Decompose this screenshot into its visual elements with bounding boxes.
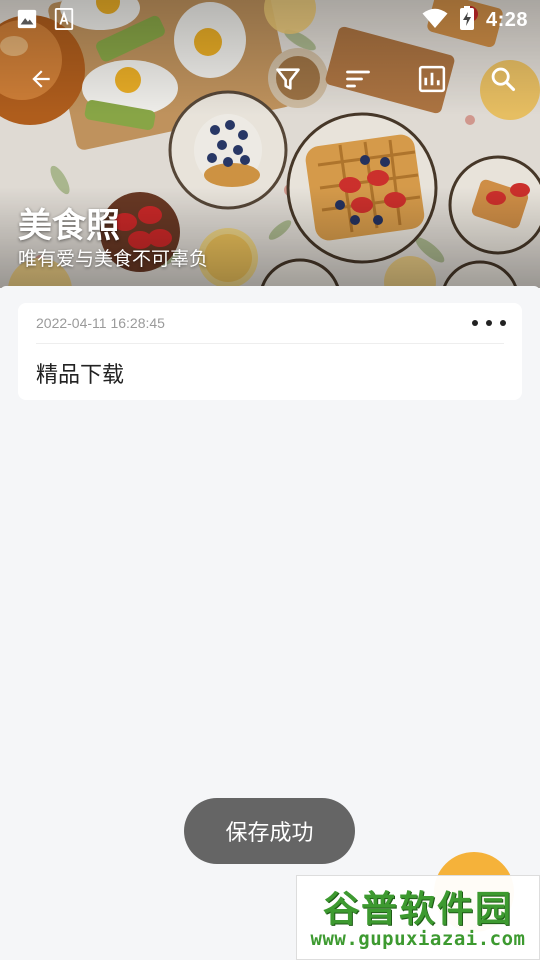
card-divider xyxy=(36,343,504,344)
record-text: 精品下载 xyxy=(36,363,125,388)
watermark-title: 谷普软件园 xyxy=(322,889,513,930)
page-title: 美食照 xyxy=(18,206,120,246)
record-card[interactable]: 2022-04-11 16:28:45 精品下载 xyxy=(18,303,522,400)
bar-chart-icon xyxy=(418,65,446,93)
toast-message: 保存成功 xyxy=(184,798,355,864)
a-box-icon xyxy=(54,8,74,34)
sort-button[interactable] xyxy=(333,54,383,104)
back-button[interactable] xyxy=(16,54,66,104)
image-icon xyxy=(16,8,38,34)
status-bar: 4:28 xyxy=(0,0,540,38)
search-button[interactable] xyxy=(478,54,528,104)
header-hero: 4:28 美食照 唯有爱与美食不可辜负 xyxy=(0,0,540,288)
more-dot xyxy=(500,320,506,326)
more-horizontal-icon xyxy=(472,320,478,326)
page-subtitle: 唯有爱与美食不可辜负 xyxy=(18,248,209,270)
watermark-url: www.gupuxiazai.com xyxy=(310,928,526,950)
watermark: 谷普软件园 www.gupuxiazai.com xyxy=(296,875,540,960)
statistics-button[interactable] xyxy=(407,54,457,104)
record-date: 2022-04-11 16:28:45 xyxy=(36,315,165,331)
search-icon xyxy=(491,67,516,92)
battery-charging-icon xyxy=(459,6,474,34)
filter-button[interactable] xyxy=(263,54,313,104)
filter-icon xyxy=(276,68,300,90)
wifi-icon xyxy=(422,7,448,33)
sort-icon xyxy=(346,70,370,88)
arrow-left-icon xyxy=(32,70,50,88)
more-options-button[interactable] xyxy=(472,313,506,333)
status-time: 4:28 xyxy=(485,8,528,31)
toolbar xyxy=(0,54,540,104)
more-dot xyxy=(486,320,492,326)
